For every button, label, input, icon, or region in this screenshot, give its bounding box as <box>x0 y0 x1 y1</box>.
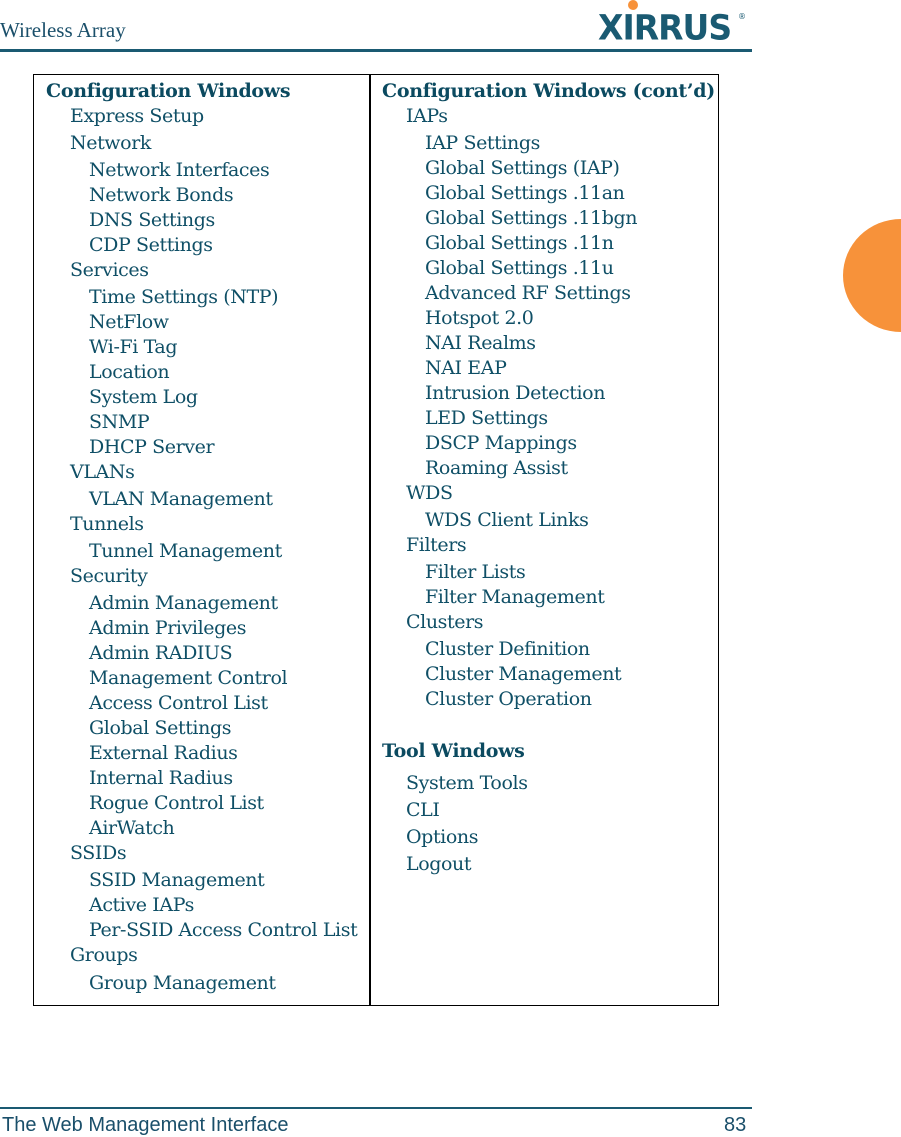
category-item: WDS <box>406 482 453 504</box>
tool-item: System Tools <box>406 772 528 794</box>
header-rule <box>0 49 752 52</box>
registered-mark: ® <box>738 12 746 21</box>
tool-item: CLI <box>406 799 440 821</box>
subcategory-item: Wi-Fi Tag <box>89 336 178 358</box>
footer-rule <box>0 1107 752 1109</box>
subcategory-item: Management Control <box>89 667 288 689</box>
category-item: Groups <box>70 944 138 966</box>
subcategory-item: Advanced RF Settings <box>425 282 631 304</box>
subcategory-item: Admin Management <box>89 592 278 614</box>
column-divider <box>369 74 371 1006</box>
subcategory-item: Network Interfaces <box>89 159 270 181</box>
subcategory-item: Admin Privileges <box>89 617 247 639</box>
category-item: Clusters <box>406 611 484 633</box>
logo-text: XIRRUS <box>598 7 732 48</box>
section-heading: Configuration Windows (cont’d) <box>382 80 715 102</box>
subcategory-item: Global Settings .11an <box>425 182 625 204</box>
subcategory-item: Filter Lists <box>425 561 526 583</box>
category-item: IAPs <box>406 105 448 127</box>
subcategory-item: Global Settings .11u <box>425 257 614 279</box>
subcategory-item: Internal Radius <box>89 767 233 789</box>
subcategory-item: Admin RADIUS <box>89 642 233 664</box>
subcategory-item: Global Settings .11bgn <box>425 207 638 229</box>
subcategory-item: Cluster Operation <box>425 688 592 710</box>
subcategory-item: System Log <box>89 386 198 408</box>
category-item: Network <box>70 132 152 154</box>
tool-item: Logout <box>406 853 472 875</box>
subcategory-item: Roaming Assist <box>425 457 568 479</box>
footer-title: The Web Management Interface <box>2 1114 289 1136</box>
xirrus-logo: XIRRUS ® <box>598 0 748 48</box>
subcategory-item: Network Bonds <box>89 184 234 206</box>
subcategory-item: Rogue Control List <box>89 792 264 814</box>
subcategory-item: CDP Settings <box>89 234 213 256</box>
tool-item: Options <box>406 826 479 848</box>
subcategory-item: SNMP <box>89 411 150 433</box>
category-item: Express Setup <box>70 105 204 127</box>
subcategory-item: Cluster Definition <box>425 638 590 660</box>
subcategory-item: LED Settings <box>425 407 548 429</box>
category-item: Services <box>70 259 149 281</box>
subcategory-item: NetFlow <box>89 311 169 333</box>
header-title: Wireless Array <box>0 18 126 42</box>
subcategory-item: NAI Realms <box>425 332 536 354</box>
category-item: Filters <box>406 534 467 556</box>
category-item: Security <box>70 565 148 587</box>
category-item: VLANs <box>70 461 135 483</box>
subcategory-item: VLAN Management <box>89 488 273 510</box>
subcategory-item: Time Settings (NTP) <box>89 286 279 308</box>
subcategory-item: DSCP Mappings <box>425 432 577 454</box>
subcategory-item: AirWatch <box>89 817 175 839</box>
subcategory-item: IAP Settings <box>425 132 541 154</box>
section-heading: Configuration Windows <box>46 80 291 102</box>
subcategory-item: NAI EAP <box>425 357 507 379</box>
subcategory-item: Active IAPs <box>89 894 194 916</box>
subcategory-item: Location <box>89 361 170 383</box>
subcategory-item: WDS Client Links <box>425 509 589 531</box>
category-item: Tunnels <box>70 513 144 535</box>
page-number: 83 <box>724 1114 747 1136</box>
subcategory-item: Filter Management <box>425 586 605 608</box>
subcategory-item: SSID Management <box>89 869 265 891</box>
category-item: SSIDs <box>70 842 127 864</box>
subcategory-item: Global Settings (IAP) <box>425 157 620 179</box>
tool-windows-heading: Tool Windows <box>382 740 525 762</box>
subcategory-item: Per-SSID Access Control List <box>89 919 358 941</box>
subcategory-item: Global Settings <box>89 717 232 739</box>
subcategory-item: Intrusion Detection <box>425 382 606 404</box>
subcategory-item: Cluster Management <box>425 663 622 685</box>
subcategory-item: DHCP Server <box>89 436 215 458</box>
subcategory-item: Hotspot 2.0 <box>425 307 534 329</box>
subcategory-item: Tunnel Management <box>89 540 282 562</box>
subcategory-item: Global Settings .11n <box>425 232 614 254</box>
chapter-tab-marker <box>843 219 901 332</box>
subcategory-item: DNS Settings <box>89 209 215 231</box>
subcategory-item: External Radius <box>89 742 238 764</box>
subcategory-item: Access Control List <box>89 692 268 714</box>
subcategory-item: Group Management <box>89 972 276 994</box>
